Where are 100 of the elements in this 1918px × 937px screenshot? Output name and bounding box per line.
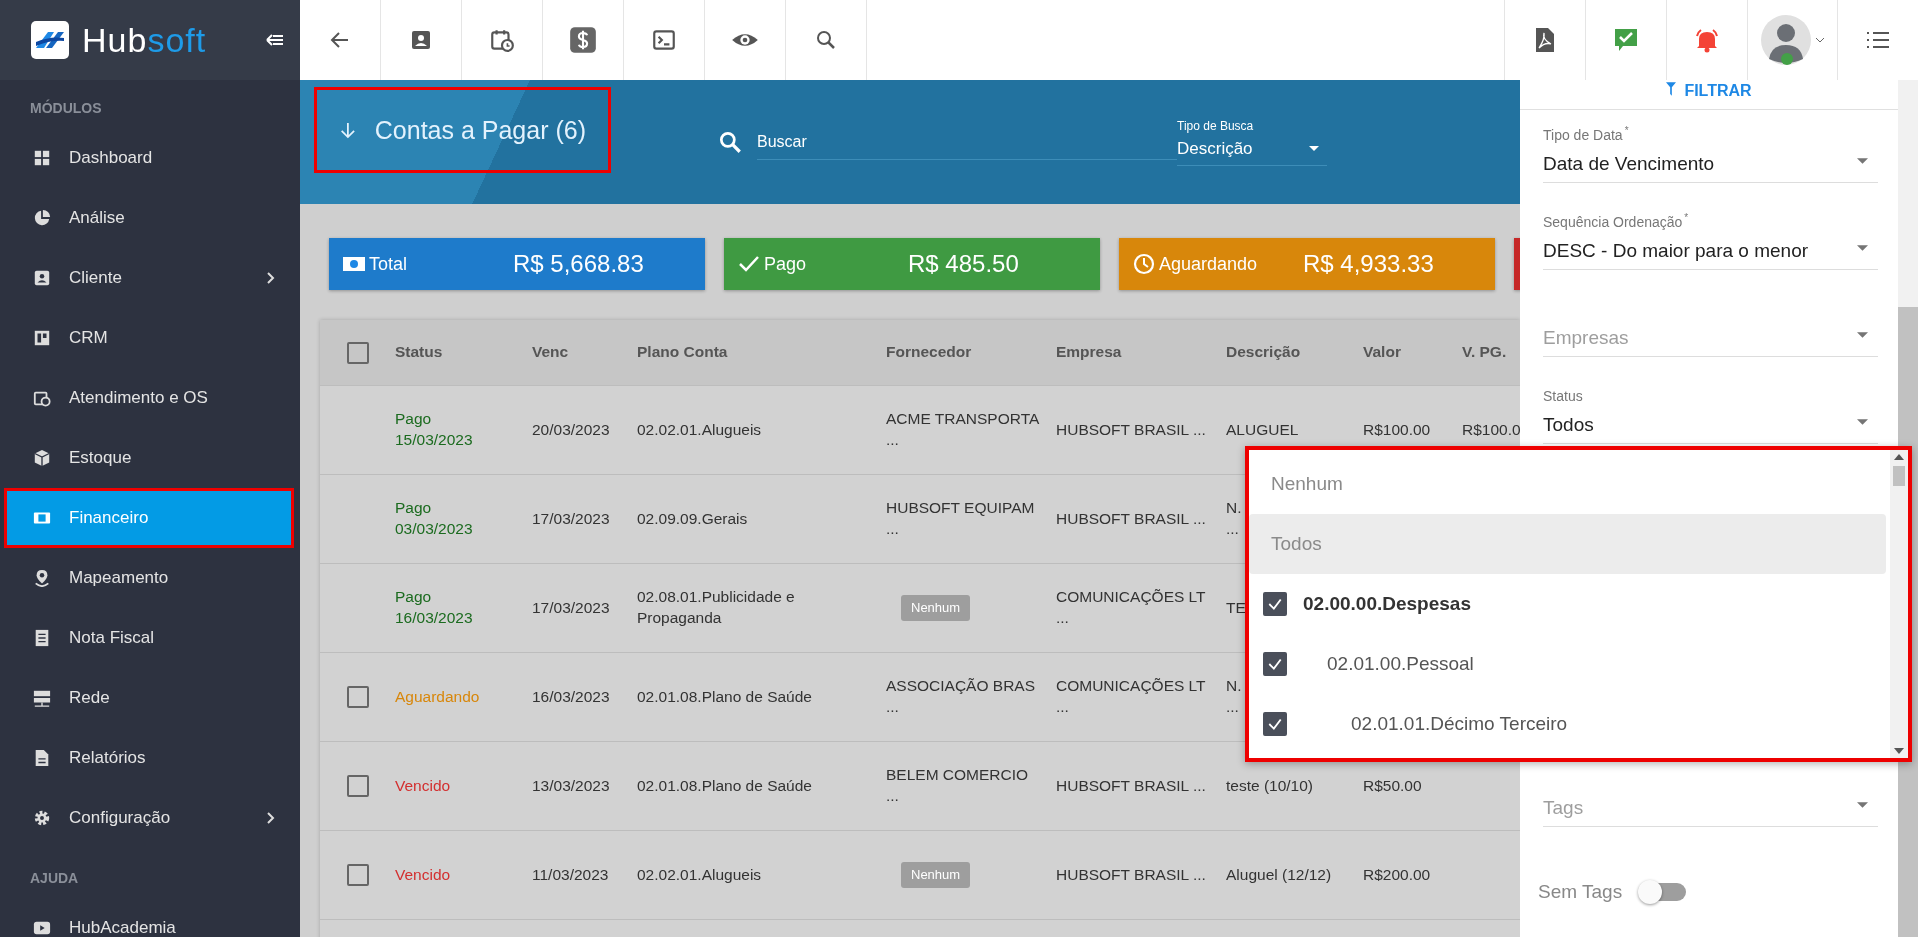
empty-tag: Nenhum (901, 862, 971, 888)
table-cell-text: HUBSOFT BRASIL ... (1056, 864, 1207, 885)
chevron-right-icon (267, 812, 275, 824)
checkbox[interactable] (1263, 712, 1287, 736)
terminal-icon (651, 27, 677, 53)
table-cell: ASSOCIAÇÃO BRAS ... (886, 677, 1035, 715)
pie-icon (33, 209, 51, 227)
section-heading: MÓDULOS (29, 98, 103, 118)
table-cell-text: 16/03/2023 (532, 686, 611, 707)
status-cell-text: Vencido (395, 775, 452, 796)
scroll-up-arrow-icon[interactable] (1894, 454, 1904, 460)
tree-option[interactable]: 02.00.00.Despesas (1249, 574, 1890, 634)
cash-icon (343, 257, 365, 271)
table-cell: R$100.0 (1462, 420, 1520, 438)
section-heading: AJUDA (29, 869, 80, 888)
table-cell-text: HUBSOFT BRASIL ... (1056, 775, 1207, 796)
checkmark-icon (738, 255, 760, 273)
sidebar-item[interactable]: HubAcademia (0, 898, 300, 937)
checkbox[interactable] (1263, 592, 1287, 616)
column-header: Fornecedor (886, 342, 973, 363)
search-field[interactable]: Buscar (757, 124, 1177, 160)
table-cell-text: 02.01.08.Plano de Saúde (637, 775, 813, 796)
sidebar-item[interactable]: Nota Fiscal (0, 608, 300, 668)
summary-card: Total R$ 5,668.83 (329, 238, 705, 290)
table-cell: teste (10/10) (1226, 776, 1314, 794)
tree-option[interactable]: 02.01.00.Pessoal (1249, 634, 1890, 694)
column-header: Plano Conta (637, 342, 729, 363)
checkbox[interactable] (346, 775, 369, 797)
sidebar-item[interactable]: Dashboard (0, 128, 300, 188)
status-cell-text: Pago 16/03/2023 (395, 587, 474, 628)
dropdown-caret-icon (1857, 245, 1868, 251)
dropdown-caret-icon (1857, 419, 1868, 425)
pdf-file-icon (1535, 27, 1555, 53)
collapse-menu-icon[interactable] (266, 33, 284, 47)
select-field[interactable]: Tipo de Data$^{*}$ Data de Vencimento (1543, 111, 1878, 183)
summary-card: Aguardando R$ 4,933.33 (1119, 238, 1495, 290)
table-cell: N. ... (1226, 499, 1242, 537)
table-cell-text: 02.02.01.Alugueis (637, 419, 763, 440)
table-cell-text: COMUNICAÇÕES LT ... (1056, 587, 1207, 628)
sidebar-item[interactable]: Configuração (0, 788, 300, 848)
board-icon (33, 329, 51, 347)
table-cell: HUBSOFT EQUIPAM ... (886, 499, 1035, 537)
table-cell-text: 02.02.01.Alugueis (637, 864, 763, 885)
chevron-down-icon (1814, 37, 1825, 43)
scroll-thumb[interactable] (1893, 466, 1905, 486)
sidebar-item[interactable]: Rede (0, 668, 300, 728)
table-cell: ACME TRANSPORTA ... (886, 410, 1040, 448)
avatar-icon (1760, 15, 1811, 65)
select-field[interactable]: Status Todos (1543, 372, 1878, 444)
menu-list-icon (1866, 30, 1890, 50)
table-cell: N. ... (1226, 677, 1242, 715)
sidebar-item[interactable]: Estoque (0, 428, 300, 488)
clock-icon (1133, 253, 1155, 275)
checkmark-icon (1267, 656, 1283, 672)
scrollbar[interactable] (1890, 450, 1908, 758)
table-cell: R$200.00 (1363, 865, 1431, 883)
tree-option[interactable]: 02.01.01.Décimo Terceiro (1249, 694, 1890, 754)
table-cell: R$50.00 (1363, 776, 1422, 794)
sidebar-item[interactable]: Mapeamento (0, 548, 300, 608)
column-header: V. PG. (1462, 342, 1508, 363)
search-icon (717, 129, 743, 155)
filter-button[interactable]: FILTRAR (1520, 80, 1898, 110)
table-cell-text: 17/03/2023 (532, 508, 611, 529)
box-icon (33, 449, 51, 467)
table-cell-text: HUBSOFT BRASIL ... (1056, 508, 1207, 529)
table-cell-text: 02.09.09.Gerais (637, 508, 749, 529)
sidebar-item[interactable]: Relatórios (0, 728, 300, 788)
checkbox[interactable] (346, 686, 369, 708)
table-cell: R$100.00 (1363, 420, 1431, 438)
brand-name: Hubsoft (82, 20, 208, 60)
sidebar-item[interactable]: Cliente (0, 248, 300, 308)
scroll-down-arrow-icon[interactable] (1894, 748, 1904, 754)
down-arrow-icon (339, 120, 357, 140)
toggle-label: Sem Tags (1538, 881, 1623, 903)
page-title: Contas a Pagar (6) (314, 87, 611, 173)
table-cell-text: 02.08.01.Publicidade e Propaganda (637, 587, 796, 628)
search-type-select[interactable]: Tipo de Busca Descrição (1177, 118, 1327, 166)
checkmark-icon (1267, 596, 1283, 612)
grid-icon (33, 149, 51, 167)
column-header: Valor (1363, 342, 1402, 363)
calendar-icon (33, 389, 51, 407)
dropdown-caret-icon (1857, 158, 1868, 164)
sidebar-item[interactable]: CRM (0, 308, 300, 368)
status-cell-text: Aguardando (395, 686, 481, 707)
dropdown-caret-icon (1857, 802, 1868, 808)
column-header: Descrição (1226, 342, 1302, 363)
checkbox[interactable] (346, 341, 369, 364)
bell-icon (1693, 27, 1721, 53)
select-field[interactable]: Sequência Ordenação$^{*}$ DESC - Do maior para o menor (1543, 198, 1878, 270)
receipt-icon (33, 629, 51, 647)
sidebar-item[interactable]: Atendimento e OS (0, 368, 300, 428)
checkbox[interactable] (1263, 652, 1287, 676)
table-cell-text: 13/03/2023 (532, 775, 611, 796)
checkbox[interactable] (346, 864, 369, 886)
sidebar-item[interactable]: Análise (0, 188, 300, 248)
column-header: Venc (532, 342, 570, 363)
checkmark-icon (1267, 716, 1283, 732)
contact-icon (33, 269, 51, 287)
pin-icon (33, 569, 51, 587)
column-header: Empresa (1056, 342, 1123, 363)
